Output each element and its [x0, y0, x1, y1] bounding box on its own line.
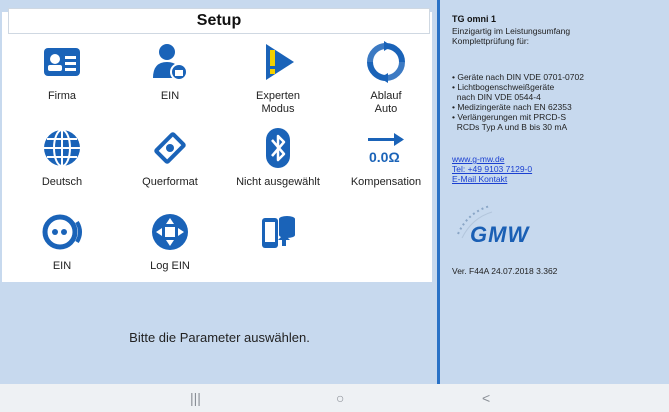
tile-querformat[interactable]: Querformat	[116, 126, 224, 189]
tile-label: Experten	[255, 90, 301, 102]
tile-kompensation[interactable]: 0.0Ω Kompensation	[332, 126, 440, 189]
website-link[interactable]: www.g-mw.de	[452, 154, 504, 164]
tile-label-line2: Auto	[374, 103, 398, 115]
info-bullet-3: nach DIN VDE 0544-4	[452, 92, 541, 102]
info-bullet-4: • Medizingeräte nach EN 62353	[452, 102, 572, 112]
phone-database-icon	[262, 216, 295, 248]
tile-log-ein[interactable]: Log EIN	[116, 210, 224, 273]
recent-apps-button[interactable]: |||	[190, 390, 201, 406]
tile-label: Firma	[47, 90, 77, 102]
connection-icon	[42, 214, 82, 250]
info-intro-1: Einzigartig im Leistungsumfang	[452, 26, 571, 36]
status-message: Bitte die Parameter auswählen.	[129, 330, 310, 345]
info-bullet-5: • Verlängerungen mit PRCD-S	[452, 112, 566, 122]
expert-warning-icon	[266, 44, 294, 80]
bluetooth-icon	[266, 128, 290, 168]
tile-experten-modus[interactable]: Experten Modus	[224, 40, 332, 116]
globe-icon	[44, 129, 80, 167]
tile-label: Querformat	[142, 176, 198, 188]
info-panel: TG omni 1 Einzigartig im Leistungsumfang…	[440, 0, 669, 384]
refresh-icon	[367, 41, 405, 83]
phone-link[interactable]: Tel: +49 9103 7129-0	[452, 164, 532, 174]
id-card-icon	[44, 48, 80, 76]
page-title: Setup	[8, 8, 430, 34]
info-bullet-1: • Geräte nach DIN VDE 0701-0702	[452, 72, 584, 82]
device-title: TG omni 1	[452, 14, 497, 24]
user-lock-icon	[153, 44, 188, 81]
logo-text: GMW	[470, 222, 530, 247]
log-icon	[152, 214, 188, 250]
home-button[interactable]: ○	[336, 390, 344, 406]
app-window: Setup Firma EIN Experten Modus Ablauf Au…	[0, 0, 669, 384]
info-bullet-6: RCDs Typ A und B bis 30 mA	[452, 122, 568, 132]
tile-label: Kompensation	[350, 176, 422, 188]
tile-firma[interactable]: Firma	[8, 40, 116, 103]
gmw-logo: GMW	[454, 200, 574, 250]
email-link[interactable]: E-Mail Kontakt	[452, 174, 507, 184]
tile-label: EIN	[160, 90, 180, 102]
svg-text:0.0Ω: 0.0Ω	[369, 149, 400, 165]
resistance-compensation-icon: 0.0Ω	[368, 133, 404, 165]
info-bullet-2: • Lichtbogenschweißgeräte	[452, 82, 555, 92]
tile-label: Nicht ausgewählt	[236, 176, 320, 188]
setup-panel: Setup Firma EIN Experten Modus Ablauf Au…	[0, 0, 439, 384]
info-intro-2: Komplettprüfung für:	[452, 36, 530, 46]
tile-bluetooth[interactable]: Nicht ausgewählt	[224, 126, 332, 189]
android-navbar: ||| ○ <	[0, 384, 669, 412]
rotate-device-icon	[154, 132, 186, 164]
tile-deutsch[interactable]: Deutsch	[8, 126, 116, 189]
back-button[interactable]: <	[482, 390, 490, 406]
tile-phone-database[interactable]	[224, 210, 332, 260]
tile-label-line2: Modus	[261, 103, 295, 115]
tile-label: Deutsch	[41, 176, 83, 188]
tile-label: EIN	[52, 260, 72, 272]
version-text: Ver. F44A 24.07.2018 3.362	[452, 266, 558, 276]
tile-label: Ablauf	[370, 90, 402, 102]
tile-label: Log EIN	[150, 260, 190, 272]
tile-ablauf-auto[interactable]: Ablauf Auto	[332, 40, 440, 116]
tile-ein-user[interactable]: EIN	[116, 40, 224, 103]
tile-ein-connection[interactable]: EIN	[8, 210, 116, 273]
